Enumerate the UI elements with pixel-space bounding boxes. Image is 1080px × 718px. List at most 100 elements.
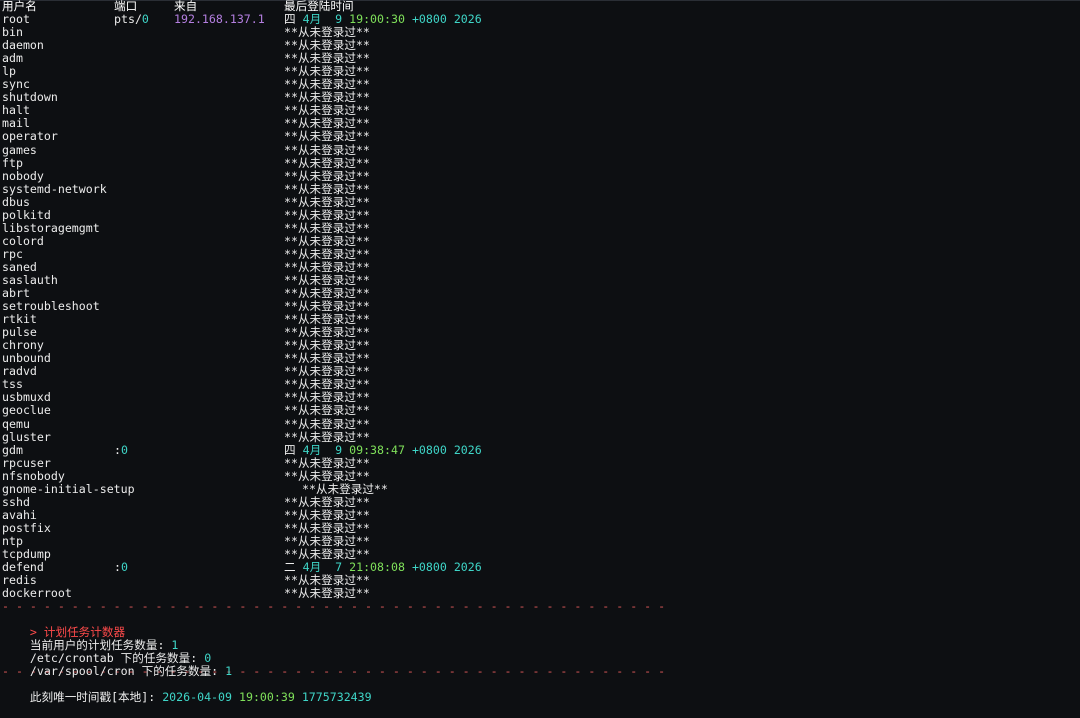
cron-line-current-user: 当前用户的计划任务数量: 1	[2, 626, 1080, 652]
login-year: 2026	[453, 12, 482, 27]
lastlog-row: colord **从未登录过**	[2, 233, 1080, 248]
login-day: 9	[335, 442, 343, 457]
login-time: 19:00:30	[349, 12, 405, 27]
login-timezone: +0800	[411, 12, 447, 27]
lastlog-row: daemon **从未登录过**	[2, 39, 1080, 52]
lastlog-username: gnome-initial-setup	[2, 481, 135, 496]
lastlog-row: pulse **从未登录过**	[2, 326, 1080, 339]
lastlog-row: unbound **从未登录过**	[2, 352, 1080, 365]
lastlog-row: bin **从未登录过**	[2, 26, 1080, 39]
lastlog-username: games	[2, 142, 37, 157]
lastlog-row: postfix **从未登录过**	[2, 520, 1080, 535]
cron-line-spool-cron: /var/spool/cron 下的任务数量: 1	[2, 652, 1080, 678]
lastlog-last-login: **从未登录过**	[284, 155, 370, 170]
lastlog-last-login: **从未登录过**	[284, 468, 370, 483]
lastlog-row: geoclue **从未登录过**	[2, 404, 1080, 417]
lastlog-last-login: **从未登录过**	[284, 533, 370, 548]
login-timezone: +0800	[411, 442, 447, 457]
lastlog-username: rpcuser	[2, 455, 51, 470]
lastlog-last-login: **从未登录过**	[284, 220, 370, 235]
cron-label: /var/spool/cron 下的任务数量:	[29, 664, 226, 679]
lastlog-row: nfsnobody **从未登录过**	[2, 468, 1080, 483]
login-timezone: +0800	[411, 560, 447, 575]
login-month: 4月	[302, 12, 322, 27]
lastlog-username: dockerroot	[2, 586, 72, 601]
lastlog-username: rpc	[2, 246, 23, 261]
lastlog-row: saned **从未登录过**	[2, 260, 1080, 274]
login-month: 4月	[302, 560, 322, 575]
lastlog-row: setroubleshoot **从未登录过**	[2, 300, 1080, 313]
lastlog-row: ntp **从未登录过**	[2, 533, 1080, 548]
lastlog-last-login: **从未登录过**	[284, 233, 370, 248]
lastlog-port: pts/0	[114, 12, 149, 27]
lastlog-row: defend:0 二 4月 7 21:08:08 +0800 2026	[2, 560, 1080, 575]
lastlog-last-login: **从未登录过**	[284, 455, 370, 470]
lastlog-row: gdm :0 四 4月 9 09:38:47 +0800 2026	[2, 442, 1080, 457]
lastlog-row: tcpdump **从未登录过**	[2, 547, 1080, 561]
lastlog-username: colord	[2, 233, 44, 248]
lastlog-last-login: **从未登录过**	[284, 494, 370, 509]
timestamp-time: 19:00:39	[238, 690, 295, 705]
lastlog-port: :0	[114, 442, 128, 457]
lastlog-row: games **从未登录过**	[2, 142, 1080, 157]
separator-line: - - - - - - - - - - - - - - - - - - - - …	[2, 600, 666, 614]
lastlog-row: radvd **从未登录过**	[2, 365, 1080, 378]
lastlog-row: lp **从未登录过**	[2, 65, 1080, 78]
cron-section-title: > 计划任务计数器	[2, 613, 1080, 639]
lastlog-row: redis **从未登录过**	[2, 574, 1080, 587]
lastlog-row: halt **从未登录过**	[2, 104, 1080, 117]
terminal-output[interactable]: 用户名 端口 来自 最后登陆时间 root pts/0 192.168.137.1 四…	[0, 0, 1080, 704]
lastlog-row: tss **从未登录过**	[2, 378, 1080, 391]
lastlog-username: postfix	[2, 520, 51, 535]
lastlog-username: operator	[2, 129, 58, 144]
lastlog-row: dbus **从未登录过**	[2, 194, 1080, 209]
lastlog-last-login: 四 4月 9 09:38:47 +0800 2026	[284, 442, 482, 457]
login-day: 9	[335, 12, 343, 27]
lastlog-row: avahi **从未登录过**	[2, 507, 1080, 522]
lastlog-row: nobody **从未登录过**	[2, 168, 1080, 183]
login-year: 2026	[453, 442, 482, 457]
lastlog-header-row: 用户名 端口 来自 最后登陆时间	[2, 0, 1080, 13]
login-weekday: 四	[284, 442, 296, 457]
lastlog-row: rpc **从未登录过**	[2, 246, 1080, 261]
lastlog-username: gdm	[2, 442, 23, 457]
lastlog-last-login: **从未登录过**	[284, 520, 370, 535]
lastlog-last-login: **从未登录过**	[284, 246, 370, 261]
lastlog-from-ip: 192.168.137.1	[174, 12, 265, 27]
lastlog-row: sync **从未登录过**	[2, 78, 1080, 91]
lastlog-last-login: **从未登录过**	[284, 194, 370, 209]
login-weekday: 四	[284, 12, 296, 27]
timestamp-label: 此刻唯一时间戳[本地]:	[29, 690, 163, 705]
login-year: 2026	[453, 560, 482, 575]
lastlog-last-login: **从未登录过**	[284, 181, 370, 196]
login-weekday: 二	[284, 560, 296, 575]
lastlog-username: nobody	[2, 168, 44, 183]
lastlog-row: ftp **从未登录过**	[2, 155, 1080, 170]
lastlog-table: root pts/0 192.168.137.1 四 4月 9 19:00:30 +0…	[2, 12, 1080, 601]
lastlog-username: qemu	[2, 416, 30, 431]
cron-value: 1	[225, 664, 233, 679]
timestamp-epoch: 1775732439	[301, 690, 372, 705]
login-month: 4月	[302, 442, 322, 457]
lastlog-row: root pts/0 192.168.137.1 四 4月 9 19:00:30 +0…	[2, 12, 1080, 27]
lastlog-username: ftp	[2, 155, 23, 170]
lastlog-username: ntp	[2, 533, 23, 548]
lastlog-row: rpcuser **从未登录过**	[2, 455, 1080, 470]
lastlog-username: geoclue	[2, 403, 51, 418]
lastlog-row: abrt **从未登录过**	[2, 286, 1080, 300]
login-day: 7	[335, 560, 343, 575]
lastlog-username: avahi	[2, 507, 37, 522]
lastlog-last-login: **从未登录过**	[284, 129, 370, 144]
lastlog-username: nfsnobody	[2, 468, 65, 483]
lastlog-row: libstoragemgmt **从未登录过**	[2, 220, 1080, 235]
lastlog-row: gluster **从未登录过**	[2, 430, 1080, 444]
lastlog-username: systemd-network	[2, 181, 107, 196]
lastlog-last-login: **从未登录过**	[284, 586, 370, 601]
lastlog-row: systemd-network **从未登录过**	[2, 181, 1080, 196]
lastlog-row: shutdown **从未登录过**	[2, 91, 1080, 104]
lastlog-row: adm **从未登录过**	[2, 52, 1080, 65]
lastlog-last-login: **从未登录过**	[284, 142, 370, 157]
lastlog-row: gnome-initial-setup **从未登录过**	[2, 481, 1080, 496]
lastlog-username: sshd	[2, 494, 30, 509]
lastlog-row: saslauth **从未登录过**	[2, 273, 1080, 287]
